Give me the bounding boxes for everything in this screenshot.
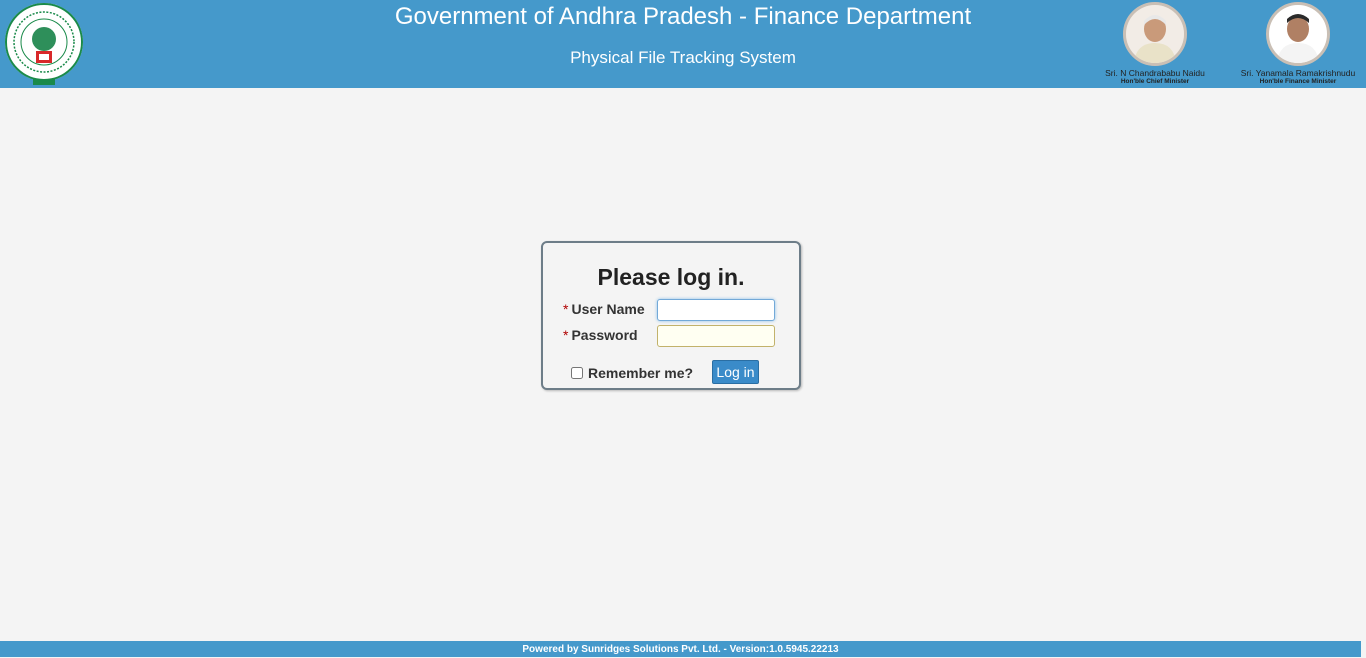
remember-me-row: Remember me? — [571, 365, 693, 381]
footer-bar: Powered by Sunridges Solutions Pvt. Ltd.… — [0, 641, 1361, 657]
remember-me-checkbox[interactable] — [571, 367, 583, 379]
header-bar: Government of Andhra Pradesh - Finance D… — [0, 0, 1366, 88]
login-form: Please log in. * User Name * Password Reme… — [541, 241, 801, 390]
finance-minister-name: Sri. Yanamala Ramakrishnudu — [1240, 68, 1356, 78]
chief-minister-name: Sri. N Chandrababu Naidu — [1105, 68, 1205, 78]
login-button[interactable]: Log in — [712, 360, 759, 384]
username-label-text: User Name — [571, 301, 645, 317]
finance-minister-photo — [1266, 2, 1330, 66]
chief-minister-role: Hon'ble Chief Minister — [1120, 78, 1190, 85]
footer-text: Powered by Sunridges Solutions Pvt. Ltd.… — [522, 644, 839, 655]
password-label: * Password — [563, 327, 638, 343]
required-marker: * — [563, 327, 569, 343]
finance-minister-card: Sri. Yanamala Ramakrishnudu Hon'ble Fina… — [1233, 2, 1363, 86]
finance-minister-role: Hon'ble Finance Minister — [1259, 78, 1337, 85]
remember-me-label[interactable]: Remember me? — [588, 365, 693, 381]
password-label-text: Password — [571, 327, 638, 343]
login-heading: Please log in. — [597, 264, 745, 290]
chief-minister-photo — [1123, 2, 1187, 66]
chief-minister-card: Sri. N Chandrababu Naidu Hon'ble Chief M… — [1090, 2, 1220, 86]
required-marker: * — [563, 301, 569, 317]
username-input[interactable] — [657, 299, 775, 321]
username-label: * User Name — [563, 301, 645, 317]
password-input[interactable] — [657, 325, 775, 347]
